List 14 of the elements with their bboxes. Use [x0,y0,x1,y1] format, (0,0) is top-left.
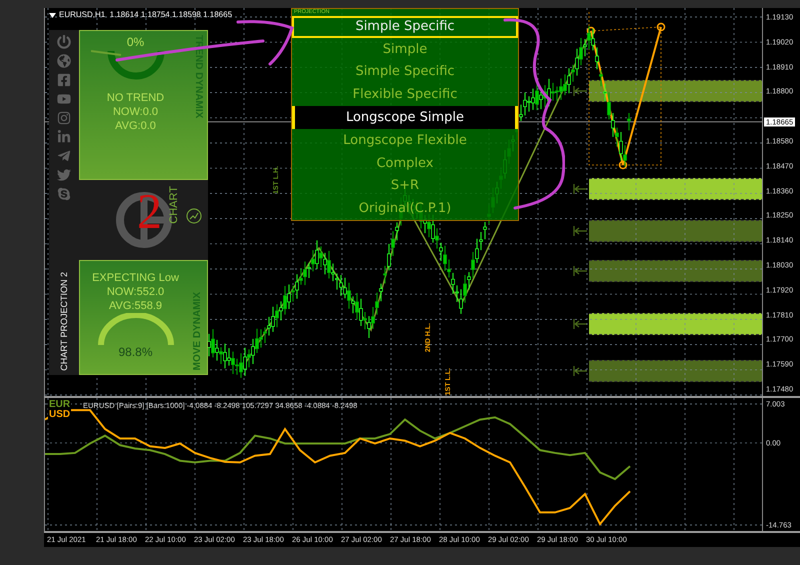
widget-title: CHART PROJECTION 2 [59,272,69,371]
move-label: MOVE DYNAMIX [191,292,204,370]
series-legend: USD [48,410,72,420]
trend-now: NOW:0.0 [112,105,158,119]
move-percent: 98.8% [118,345,153,359]
logo-number: 2 [137,186,162,236]
chart-header: EURUSD,H1 1.18614 1.18754 1.18598 1.18665 [59,10,232,19]
trend-percent: 0% [126,35,144,49]
series-legend: EUR [48,400,72,410]
move-status: EXPECTING Low [92,271,179,285]
trend-avg: AVG:0.0 [115,119,156,133]
move-avg: AVG:558.9 [109,299,162,313]
move-now: NOW:552.0 [106,285,164,299]
trend-status: NO TREND [106,91,164,105]
